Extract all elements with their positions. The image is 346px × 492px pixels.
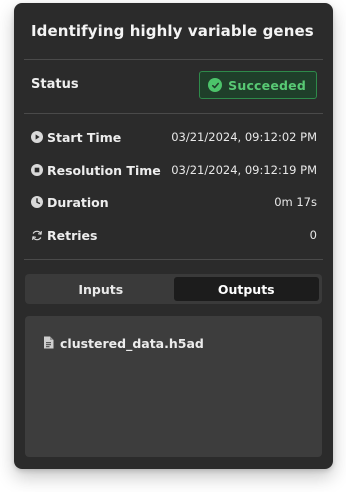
panel-title: Identifying highly variable genes (31, 22, 314, 40)
detail-row-retries: Retries 0 (31, 225, 317, 245)
file-icon (43, 334, 54, 353)
outputs-panel: clustered_data.h5ad (25, 316, 322, 457)
check-circle-icon (208, 78, 223, 92)
detail-value: 03/21/2024, 09:12:02 PM (171, 130, 317, 144)
status-badge: Succeeded (199, 71, 317, 99)
task-details-panel: Identifying highly variable genes Status… (14, 3, 333, 469)
play-circle-icon (31, 131, 43, 143)
detail-label: Resolution Time (47, 162, 161, 178)
refresh-icon (31, 229, 43, 241)
io-tabs: Inputs Outputs (25, 274, 322, 304)
output-file-item[interactable]: clustered_data.h5ad (43, 334, 204, 353)
detail-value: 03/21/2024, 09:12:19 PM (171, 163, 317, 177)
detail-row-start-time: Start Time 03/21/2024, 09:12:02 PM (31, 127, 317, 147)
clock-icon (31, 196, 43, 208)
tab-inputs[interactable]: Inputs (28, 277, 174, 301)
divider (24, 59, 323, 60)
output-file-name: clustered_data.h5ad (60, 336, 204, 351)
detail-row-duration: Duration 0m 17s (31, 192, 317, 212)
stop-circle-icon (31, 164, 43, 176)
detail-value: 0m 17s (274, 195, 317, 209)
detail-label: Duration (47, 194, 109, 210)
detail-value: 0 (309, 228, 317, 242)
tab-outputs[interactable]: Outputs (173, 277, 319, 301)
detail-label: Start Time (47, 129, 122, 145)
divider (24, 113, 323, 114)
detail-row-resolution-time: Resolution Time 03/21/2024, 09:12:19 PM (31, 160, 317, 180)
status-label: Status (31, 77, 79, 92)
detail-label: Retries (47, 227, 98, 243)
divider (24, 259, 323, 260)
status-badge-text: Succeeded (228, 77, 306, 93)
